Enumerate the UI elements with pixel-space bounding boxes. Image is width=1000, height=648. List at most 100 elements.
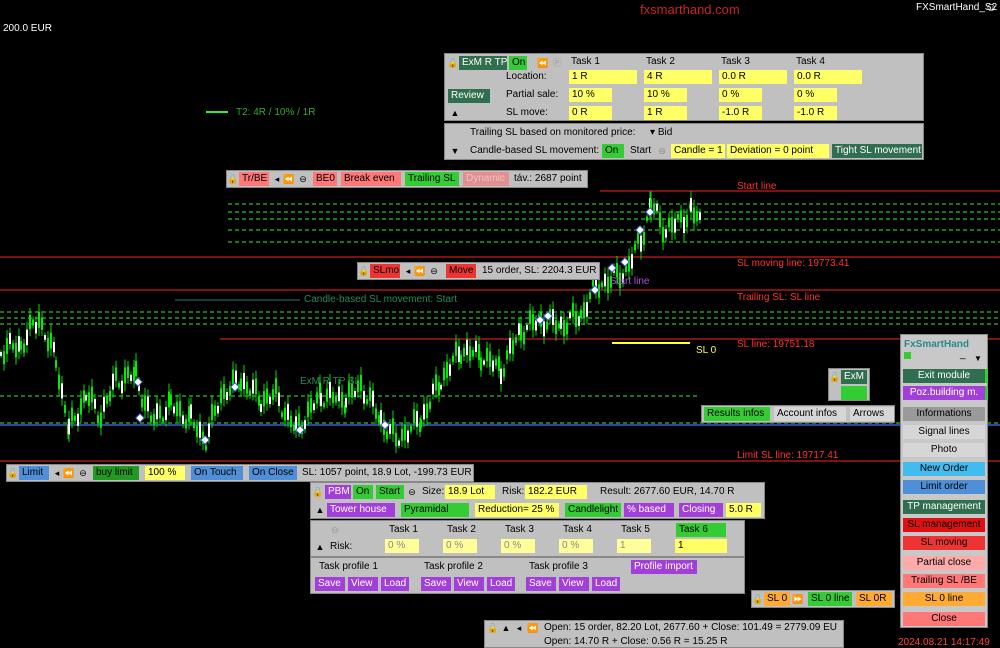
location-field[interactable]: 0.0 R xyxy=(719,70,787,84)
review-button[interactable]: Review xyxy=(448,89,490,103)
sl-moving-button[interactable]: SL moving xyxy=(903,536,985,550)
sl0r-button[interactable]: SL 0R xyxy=(856,592,892,606)
buy-limit-button[interactable]: buy limit xyxy=(93,466,139,480)
risk-task-header-active[interactable]: Task 6 xyxy=(676,523,726,537)
minus-icon[interactable]: ⊖ xyxy=(77,466,89,480)
slmove-field[interactable]: -1.0 R xyxy=(719,106,762,120)
photo-button[interactable]: Photo xyxy=(903,443,985,457)
lock-icon[interactable]: 🔓 xyxy=(227,172,239,186)
lock-icon[interactable]: 🔓 xyxy=(829,370,841,384)
collapse-icon[interactable]: ▼ xyxy=(449,144,461,158)
left-icon[interactable]: ◂ xyxy=(51,466,63,480)
load-button[interactable]: Load xyxy=(592,577,620,591)
new-order-button[interactable]: New Order xyxy=(903,462,985,476)
pbm-button[interactable]: PBM xyxy=(325,485,351,499)
exm-on-button[interactable]: On xyxy=(509,56,527,70)
rewind-icon[interactable]: ⏪ xyxy=(537,56,549,70)
informations-button[interactable]: Informations xyxy=(903,407,985,421)
forward-icon[interactable]: ⏩ xyxy=(792,592,804,606)
size-field[interactable]: 18.9 Lot xyxy=(445,485,495,499)
minus-icon[interactable]: ⊖ xyxy=(428,264,440,278)
lock-icon[interactable]: 🔓 xyxy=(752,592,764,606)
location-field[interactable]: 0.0 R xyxy=(794,70,862,84)
tower-house-button[interactable]: Tower house xyxy=(327,503,395,517)
closing-button[interactable]: Closing xyxy=(679,503,723,517)
results-infos-tab[interactable]: Results infos xyxy=(704,407,770,421)
monitored-price-select[interactable]: ▾ Bid xyxy=(647,126,675,140)
closing-field[interactable]: 5.0 R xyxy=(726,503,761,517)
pbm-start-button[interactable]: Start xyxy=(376,485,404,499)
limit-order-button[interactable]: Limit order xyxy=(903,480,985,494)
rewind-icon[interactable]: ⏪ xyxy=(527,621,539,635)
sl-management-button[interactable]: SL management xyxy=(903,518,985,532)
collapse-icon[interactable]: ▲ xyxy=(449,106,461,120)
load-button[interactable]: Load xyxy=(381,577,409,591)
on-touch-button[interactable]: On Touch xyxy=(191,466,243,480)
sl0-button[interactable]: SL 0 xyxy=(764,592,790,606)
slmove-field[interactable]: 0 R xyxy=(569,106,612,120)
limit-button[interactable]: Limit xyxy=(19,466,49,480)
location-field[interactable]: 1 R xyxy=(569,70,637,84)
on-close-button[interactable]: On Close xyxy=(249,466,297,480)
candle-field[interactable]: Candle = 1 xyxy=(671,144,725,158)
risk-field[interactable]: 0 % xyxy=(501,539,535,553)
minus-icon[interactable]: ⊖ xyxy=(329,523,341,537)
minus-icon[interactable]: ⊖ xyxy=(406,485,418,499)
lock-icon[interactable]: 🔓 xyxy=(447,56,459,70)
lock-icon[interactable]: 🔓 xyxy=(487,621,499,635)
partial-field[interactable]: 10 % xyxy=(569,88,612,102)
slmove-field[interactable]: 1 R xyxy=(644,106,687,120)
break-even-button[interactable]: Break even xyxy=(341,172,401,186)
tp-management-button[interactable]: TP management xyxy=(903,500,985,514)
left-icon[interactable]: ◂ xyxy=(402,264,414,278)
location-field[interactable]: 4 R xyxy=(644,70,712,84)
exm-title[interactable]: ExM R TP xyxy=(459,56,507,70)
exit-module-button[interactable]: Exit module xyxy=(903,369,985,383)
pbm-on-button[interactable]: On xyxy=(353,485,373,499)
left-icon[interactable]: ◂ xyxy=(513,621,525,635)
rewind-icon[interactable]: ⏪ xyxy=(414,264,426,278)
partial-close-button[interactable]: Partial close xyxy=(903,556,985,570)
save-button[interactable]: Save xyxy=(315,577,345,591)
candlelight-button[interactable]: Candlelight xyxy=(565,503,621,517)
collapse-icon[interactable]: ▲ xyxy=(314,540,326,554)
trbe-button[interactable]: Tr/BE xyxy=(239,172,269,186)
tight-sl-button[interactable]: Tight SL movement xyxy=(832,144,922,158)
account-infos-tab[interactable]: Account infos xyxy=(774,407,846,421)
dropdown-icon[interactable]: ▼ xyxy=(974,354,982,363)
lock-icon[interactable]: 🔓 xyxy=(358,264,370,278)
left-icon[interactable]: ◂ xyxy=(271,172,283,186)
arrows-tab[interactable]: Arrows xyxy=(850,407,894,421)
risk-field[interactable]: 1 xyxy=(675,539,727,553)
profile-import-button[interactable]: Profile import xyxy=(631,560,697,574)
minus-icon[interactable]: ⊖ xyxy=(656,144,668,158)
slmove-field[interactable]: -1.0 R xyxy=(794,106,837,120)
risk-field[interactable]: 182.2 EUR xyxy=(525,485,587,499)
trailing-sl-be-button[interactable]: Trailing SL /BE xyxy=(903,574,985,588)
risk-field[interactable]: 0 % xyxy=(559,539,593,553)
pyramidal-button[interactable]: Pyramidal xyxy=(401,503,469,517)
save-button[interactable]: Save xyxy=(526,577,556,591)
poz-building-button[interactable]: Poz.building m. xyxy=(903,386,985,400)
move-button[interactable]: Move xyxy=(446,264,476,278)
reduction-field[interactable]: Reduction= 25 % xyxy=(475,503,559,517)
collapse-icon[interactable]: ▲ xyxy=(314,503,326,517)
lock-icon[interactable]: 🔓 xyxy=(7,466,19,480)
rewind-icon[interactable]: ⏪ xyxy=(283,172,295,186)
dynamic-button[interactable]: Dynamic xyxy=(463,172,509,186)
info-icon[interactable]: Ⓟ xyxy=(551,56,563,70)
minus-icon[interactable]: ⊖ xyxy=(297,172,309,186)
signal-lines-button[interactable]: Signal lines xyxy=(903,425,985,439)
risk-field[interactable]: 0 % xyxy=(385,539,419,553)
rewind-icon[interactable]: ⏪ xyxy=(63,466,75,480)
view-button[interactable]: View xyxy=(454,577,484,591)
limit-pct-field[interactable]: 100 % xyxy=(145,466,185,480)
load-button[interactable]: Load xyxy=(487,577,515,591)
trailing-sl-button[interactable]: Trailing SL xyxy=(405,172,459,186)
close-button[interactable]: Close xyxy=(903,612,985,626)
partial-field[interactable]: 10 % xyxy=(644,88,687,102)
save-button[interactable]: Save xyxy=(421,577,451,591)
slmo-button[interactable]: SLmo xyxy=(370,264,400,278)
sl0-line-button[interactable]: SL 0 line xyxy=(903,592,985,606)
risk-field[interactable]: 0 % xyxy=(443,539,477,553)
